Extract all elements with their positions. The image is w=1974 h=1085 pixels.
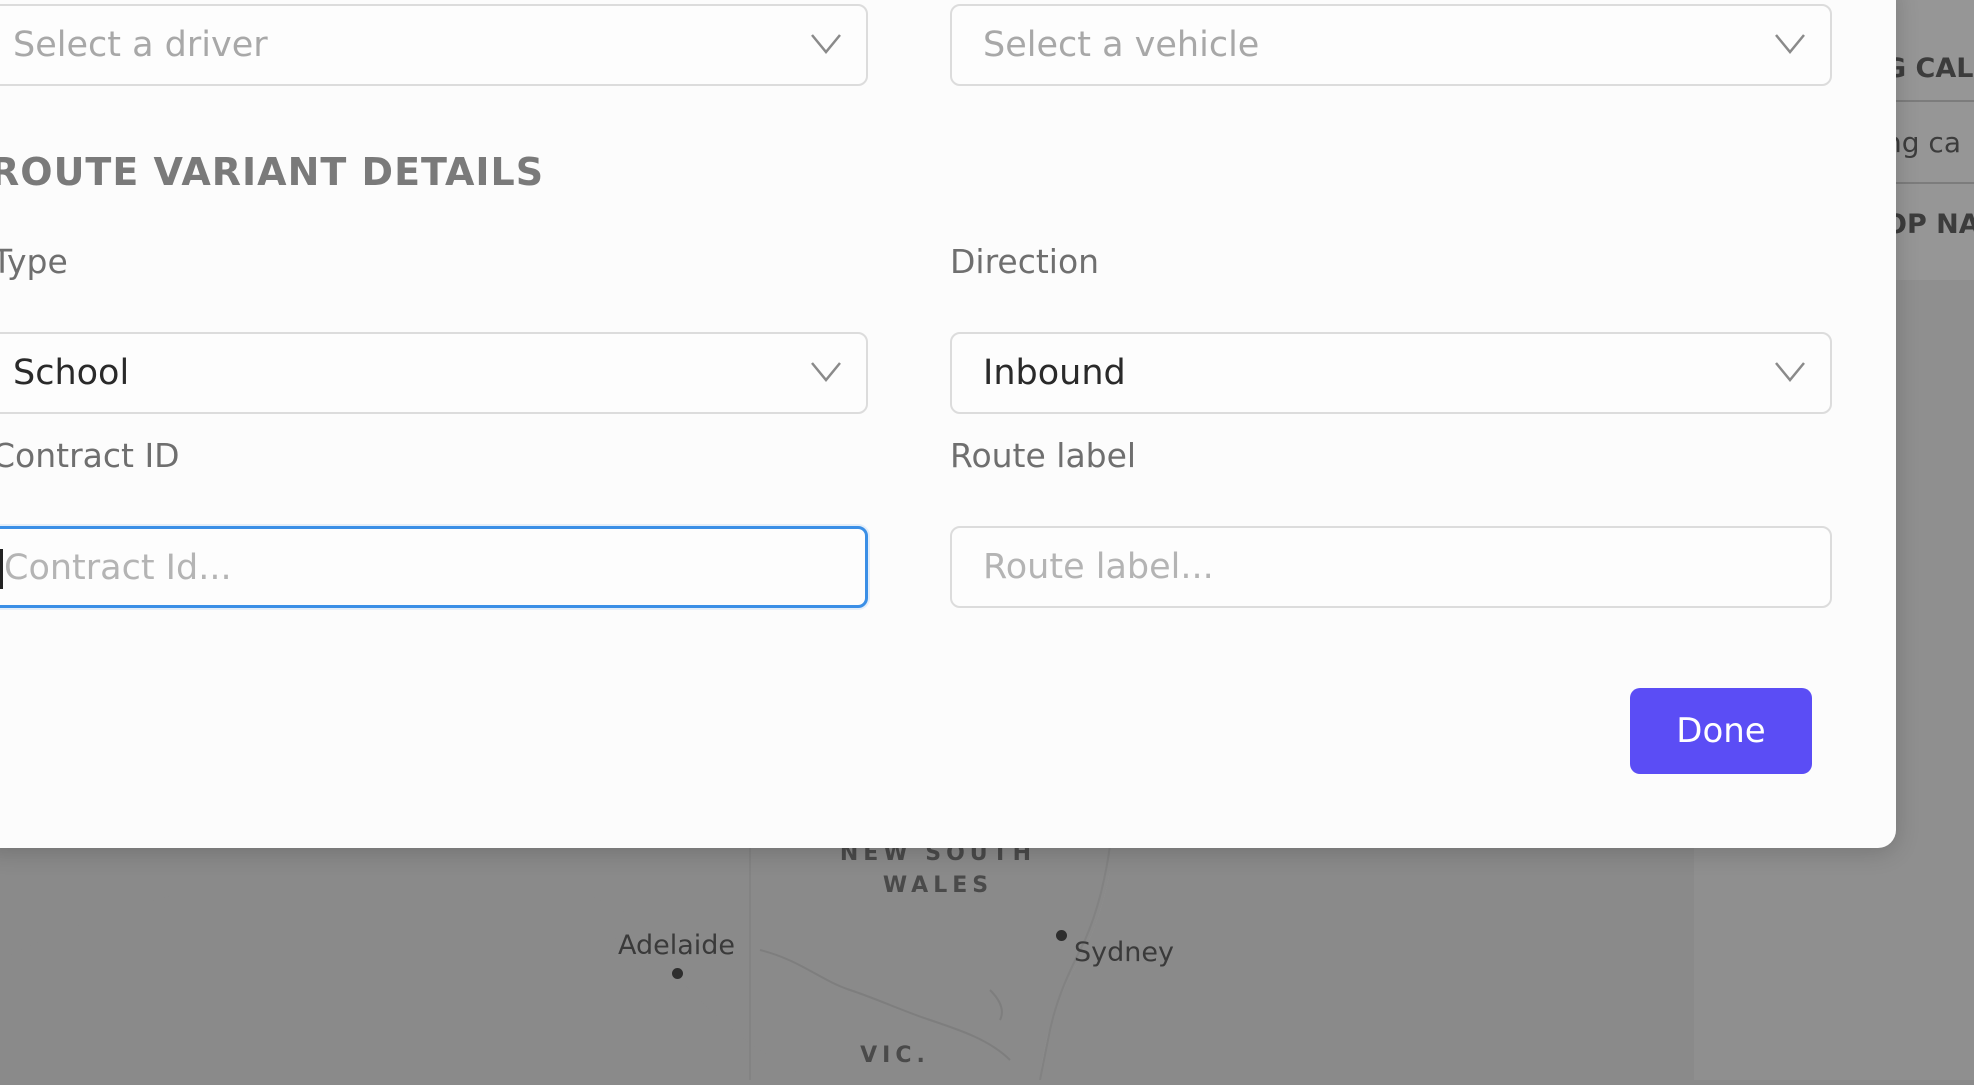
direction-select[interactable]: Inbound xyxy=(950,332,1832,414)
driver-select-placeholder: Select a driver xyxy=(13,25,268,65)
contract-id-input[interactable]: Contract Id... xyxy=(0,526,868,608)
chevron-down-icon xyxy=(811,362,841,382)
chevron-down-icon xyxy=(811,34,841,54)
route-label-placeholder: Route label... xyxy=(983,547,1214,587)
vehicle-select-placeholder: Select a vehicle xyxy=(983,25,1260,65)
done-button[interactable]: Done xyxy=(1630,688,1812,774)
driver-select[interactable]: Select a driver xyxy=(0,4,868,86)
direction-label: Direction xyxy=(950,242,1100,281)
route-label-input[interactable]: Route label... xyxy=(950,526,1832,608)
section-title: ROUTE VARIANT DETAILS xyxy=(0,150,545,194)
map-region-short-label: VIC. xyxy=(860,1043,930,1068)
route-variant-modal: Select a driver Select a vehicle ROUTE V… xyxy=(0,0,1896,848)
type-select-value: School xyxy=(13,353,130,393)
map-city-label: Sydney xyxy=(1074,937,1174,968)
chevron-down-icon xyxy=(1775,362,1805,382)
contract-id-placeholder: Contract Id... xyxy=(4,548,232,588)
chevron-down-icon xyxy=(1775,34,1805,54)
direction-select-value: Inbound xyxy=(983,353,1126,393)
contract-id-label: Contract ID xyxy=(0,436,180,475)
map-region-text: NEW SOUTH WALES xyxy=(839,841,1037,898)
type-label: Type xyxy=(0,242,68,281)
type-select[interactable]: School xyxy=(0,332,868,414)
map-city-label: Adelaide xyxy=(618,930,736,961)
vehicle-select[interactable]: Select a vehicle xyxy=(950,4,1832,86)
map-city-dot xyxy=(672,968,683,979)
map-city-dot xyxy=(1056,930,1067,941)
route-label-label: Route label xyxy=(950,436,1137,475)
text-caret xyxy=(0,549,3,589)
